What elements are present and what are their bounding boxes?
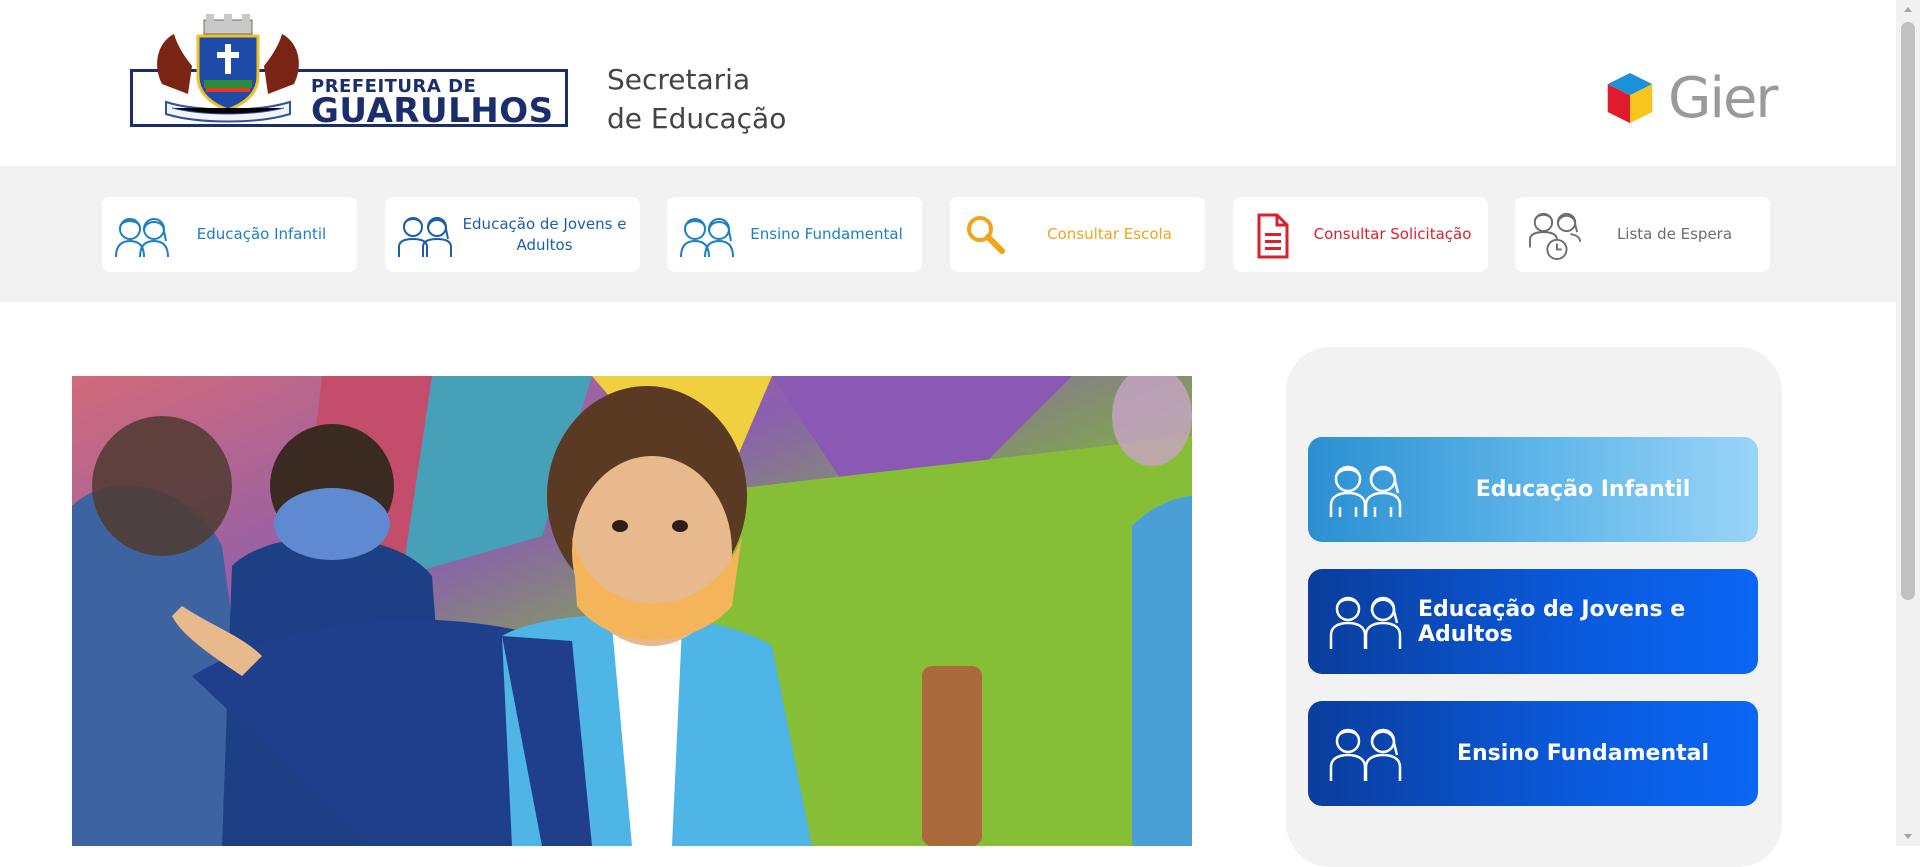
nav-card-consultar-escola[interactable]: Consultar Escola bbox=[950, 197, 1205, 272]
sidebar-button-label: Educação de Jovens e Adultos bbox=[1418, 596, 1686, 647]
nav-label: Educação de Jovens e Adultos bbox=[462, 214, 627, 254]
sidebar-button-label: Ensino Fundamental bbox=[1456, 741, 1710, 766]
logo-text-large: GUARULHOS bbox=[311, 91, 554, 131]
gier-logo[interactable]: Gier bbox=[1604, 68, 1780, 130]
document-icon bbox=[1257, 213, 1289, 259]
nav-card-consultar-solicitacao[interactable]: Consultar Solicitação bbox=[1233, 197, 1488, 272]
children-icon bbox=[1329, 465, 1402, 517]
nav-label: Consultar Escola bbox=[1047, 225, 1172, 243]
scroll-down-arrow-icon[interactable] bbox=[1896, 828, 1920, 846]
quick-nav-bar: Educação Infantil Educação de Jovens e A… bbox=[0, 166, 1896, 302]
site-title-line-1: Secretaria bbox=[607, 63, 751, 96]
nav-label: Lista de Espera bbox=[1616, 225, 1733, 243]
site-title-line-2: de Educação bbox=[607, 102, 787, 135]
site-title: Secretaria de Educação bbox=[607, 60, 786, 138]
sidebar-button-label: Educação Infantil bbox=[1475, 477, 1691, 502]
nav-label: Ensino Fundamental bbox=[750, 225, 903, 243]
sidebar-panel: Educação Infantil Educação de Jovens e A… bbox=[1286, 347, 1782, 867]
nav-label: Educação Infantil bbox=[196, 225, 327, 243]
children-icon bbox=[115, 218, 169, 258]
coat-of-arms-icon bbox=[157, 14, 299, 123]
nav-card-educacao-infantil[interactable]: Educação Infantil bbox=[102, 197, 357, 272]
search-icon bbox=[967, 216, 1005, 254]
nav-label: Consultar Solicitação bbox=[1313, 225, 1472, 243]
nav-card-ensino-fundamental[interactable]: Ensino Fundamental bbox=[667, 197, 922, 272]
guarulhos-logo[interactable]: PREFEITURA DE GUARULHOS bbox=[128, 14, 572, 132]
adults-icon bbox=[1329, 596, 1402, 649]
gier-cube-icon bbox=[1607, 73, 1653, 124]
students-icon bbox=[680, 218, 734, 258]
gier-logo-text: Gier bbox=[1668, 66, 1778, 131]
hero-image bbox=[72, 376, 1192, 846]
page-header: PREFEITURA DE GUARULHOS Secretaria de Ed… bbox=[0, 0, 1896, 166]
nav-card-lista-de-espera[interactable]: Lista de Espera bbox=[1515, 197, 1770, 272]
sidebar-button-educacao-jovens-adultos[interactable]: Educação de Jovens e Adultos bbox=[1308, 569, 1758, 674]
vertical-scrollbar[interactable] bbox=[1896, 0, 1920, 846]
scroll-up-arrow-icon[interactable] bbox=[1896, 0, 1920, 18]
hero-photo bbox=[72, 376, 1192, 846]
scrollbar-thumb[interactable] bbox=[1901, 22, 1915, 600]
adults-icon bbox=[398, 217, 452, 257]
sidebar-button-educacao-infantil[interactable]: Educação Infantil bbox=[1308, 437, 1758, 542]
sidebar-button-ensino-fundamental[interactable]: Ensino Fundamental bbox=[1308, 701, 1758, 806]
students-icon bbox=[1329, 728, 1402, 781]
nav-card-educacao-jovens-adultos[interactable]: Educação de Jovens e Adultos bbox=[385, 197, 640, 272]
waiting-list-icon bbox=[1529, 212, 1581, 261]
